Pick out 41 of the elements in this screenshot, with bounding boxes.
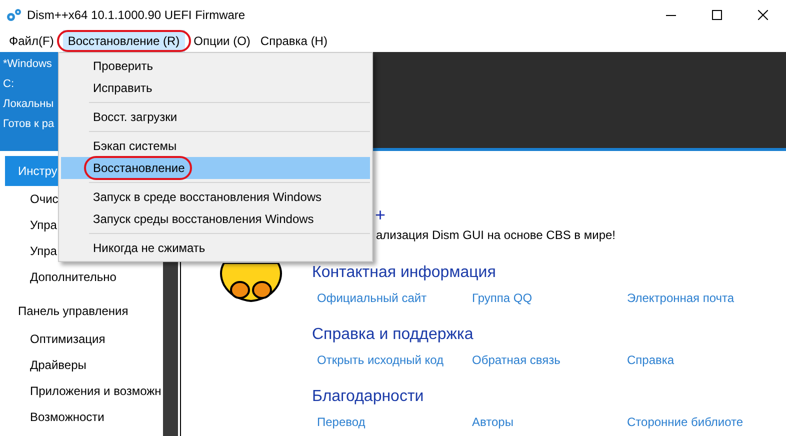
dropdown-item[interactable]: Восст. загрузки: [61, 106, 370, 128]
sidebar-item[interactable]: Возможности: [5, 404, 163, 430]
session-info-text: Готов к ра: [3, 117, 54, 132]
menu-item[interactable]: Опции (O): [188, 30, 256, 52]
link[interactable]: Электронная почта: [627, 290, 782, 306]
dropdown-item[interactable]: Проверить: [61, 55, 370, 77]
session-info-text: C:: [3, 77, 14, 92]
section-heading: Контактная информация: [312, 263, 496, 283]
sidebar-item[interactable]: Дополнительно: [5, 264, 163, 290]
menu-item[interactable]: Справка (H): [255, 30, 332, 52]
dropdown-item[interactable]: Бэкап системы: [61, 135, 370, 157]
app-title: +: [374, 205, 386, 225]
mascot-drawing: [218, 263, 284, 303]
dropdown-item[interactable]: Запуск среды восстановления Windows: [61, 208, 370, 230]
link[interactable]: Перевод: [317, 414, 472, 430]
sidebar-section[interactable]: Панель управления: [5, 296, 163, 326]
section-heading: Справка и поддержка: [312, 325, 474, 345]
minimize-icon: [666, 14, 676, 16]
sidebar-item[interactable]: Драйверы: [5, 352, 163, 378]
sidebar-item[interactable]: Приложения и возможн: [5, 378, 163, 404]
section-heading: Благодарности: [312, 387, 424, 407]
close-icon: [758, 10, 768, 20]
session-info-text: *Windows: [3, 57, 52, 72]
link[interactable]: Открыть исходный код: [317, 352, 472, 368]
link[interactable]: Официальный сайт: [317, 290, 472, 306]
app-subtitle: ализация Dism GUI на основе CBS в мире!: [376, 227, 616, 244]
link[interactable]: Авторы: [472, 414, 627, 430]
dropdown-item[interactable]: Никогда не сжимать: [61, 237, 370, 259]
dropdown-item[interactable]: Восстановление: [61, 157, 370, 179]
maximize-icon: [712, 10, 722, 20]
dropdown-item[interactable]: Исправить: [61, 77, 370, 99]
link[interactable]: Обратная связь: [472, 352, 627, 368]
link[interactable]: Группа QQ: [472, 290, 627, 306]
link[interactable]: Справка: [627, 352, 782, 368]
window-title: Dism++x64 10.1.1000.90 UEFI Firmware: [27, 7, 246, 24]
link[interactable]: Сторонние библиоте: [627, 414, 782, 430]
sidebar-item[interactable]: Оптимизация: [5, 326, 163, 352]
menu-item[interactable]: Файл(F): [4, 30, 59, 52]
dropdown-item[interactable]: Запуск в среде восстановления Windows: [61, 186, 370, 208]
gears-icon: [6, 8, 22, 22]
session-info-text: Локальны: [3, 97, 54, 112]
